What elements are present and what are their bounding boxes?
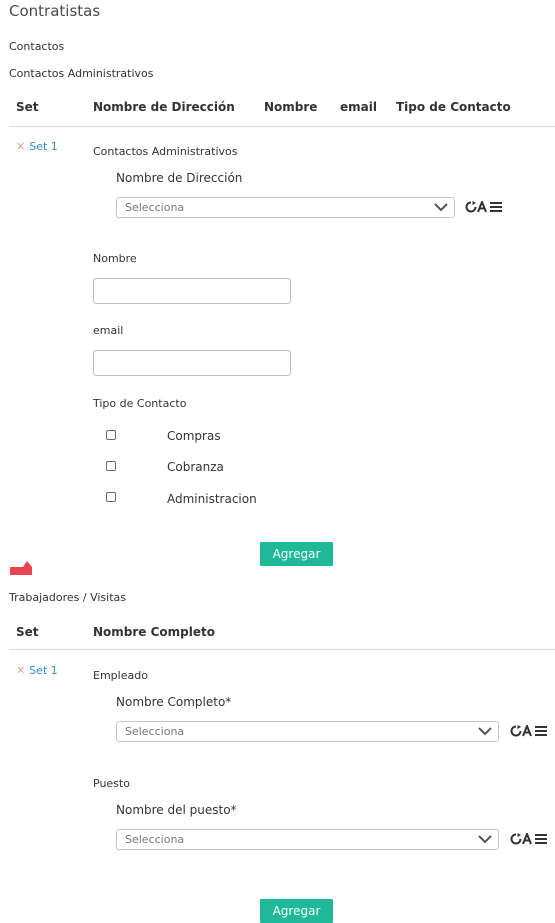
field-label-nombre-direccion: Nombre de Dirección (116, 171, 243, 185)
field-label-tipo-contacto: Tipo de Contacto (93, 397, 187, 410)
checkbox-administracion[interactable] (106, 492, 116, 502)
add-contact-button[interactable]: Agregar (260, 542, 333, 566)
field-tools-icons-2[interactable] (510, 725, 548, 737)
page-title: Contratistas (9, 2, 101, 20)
field-tools-icons-3[interactable] (510, 833, 548, 845)
group-label-puesto: Puesto (93, 777, 130, 790)
field-label-nombre: Nombre (93, 252, 137, 265)
nombre-completo-select-placeholder: Selecciona (125, 725, 185, 738)
section-label-trabajadores: Trabajadores / Visitas (9, 591, 126, 604)
option-label-cobranza: Cobranza (167, 460, 224, 474)
column-header-set-2: Set (16, 625, 39, 639)
column-header-tipo-contacto: Tipo de Contacto (396, 100, 511, 114)
chevron-down-icon (478, 727, 492, 736)
nombre-puesto-select-placeholder: Selecciona (125, 833, 185, 846)
checkbox-compras[interactable] (106, 430, 116, 440)
set-row-link[interactable]: ✕ Set 1 (16, 135, 58, 154)
text-icon (522, 725, 532, 737)
option-label-compras: Compras (167, 429, 221, 443)
email-input[interactable] (93, 350, 291, 376)
direccion-select-placeholder: Selecciona (125, 201, 185, 214)
group-label-empleado: Empleado (93, 669, 148, 682)
direccion-select[interactable]: Selecciona (116, 197, 455, 218)
table-header-divider-2 (9, 649, 555, 650)
remove-set-icon-2[interactable]: ✕ (16, 664, 25, 677)
field-label-nombre-completo: Nombre Completo* (116, 695, 232, 709)
column-header-nombre: Nombre (264, 100, 318, 114)
field-tools-icons[interactable] (465, 201, 503, 213)
chevron-down-icon (478, 835, 492, 844)
refresh-icon (510, 725, 522, 737)
column-header-set: Set (16, 100, 39, 114)
subsection-label-contactos-administrativos: Contactos Administrativos (9, 67, 154, 80)
option-label-administracion: Administracion (167, 492, 257, 506)
set-label[interactable]: Set 1 (29, 140, 58, 153)
marker-icon (10, 561, 32, 575)
set-label-2[interactable]: Set 1 (29, 664, 58, 677)
section-label-contactos: Contactos (9, 40, 65, 53)
column-header-nombre-direccion: Nombre de Dirección (93, 100, 235, 114)
text-icon (522, 833, 532, 845)
nombre-input[interactable] (93, 278, 291, 304)
field-label-email: email (93, 324, 124, 337)
column-header-email: email (340, 100, 377, 114)
list-icon (535, 726, 547, 736)
table-header-divider (9, 126, 555, 127)
list-icon (535, 834, 547, 844)
column-header-nombre-completo: Nombre Completo (93, 625, 215, 639)
list-icon (490, 202, 502, 212)
remove-set-icon[interactable]: ✕ (16, 140, 25, 153)
group-label-contactos-administrativos: Contactos Administrativos (93, 145, 238, 158)
nombre-puesto-select[interactable]: Selecciona (116, 829, 499, 850)
field-label-nombre-puesto: Nombre del puesto* (116, 803, 237, 817)
add-worker-button[interactable]: Agregar (260, 899, 333, 923)
refresh-icon (465, 201, 477, 213)
chevron-down-icon (434, 203, 448, 212)
nombre-completo-select[interactable]: Selecciona (116, 721, 499, 742)
set-row-link-2[interactable]: ✕ Set 1 (16, 659, 58, 678)
refresh-icon (510, 833, 522, 845)
checkbox-cobranza[interactable] (106, 461, 116, 471)
text-icon (477, 201, 487, 213)
